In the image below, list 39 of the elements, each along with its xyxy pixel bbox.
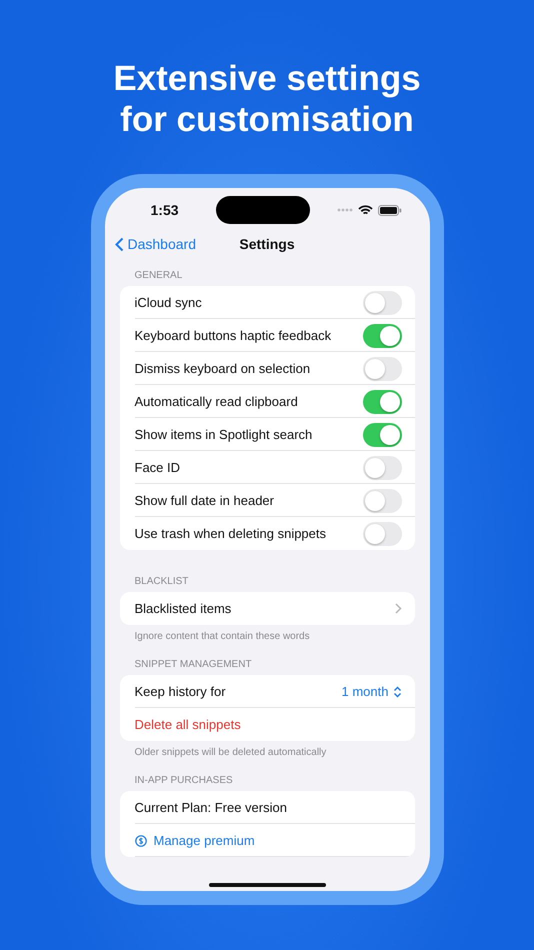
section-footer: Ignore content that contain these words <box>104 625 430 642</box>
toggle-switch[interactable] <box>362 456 402 480</box>
back-button[interactable]: Dashboard <box>114 236 196 252</box>
setting-label: Face ID <box>134 460 180 475</box>
chevron-icon <box>114 236 124 252</box>
toggle-switch[interactable] <box>362 356 402 380</box>
setting-label: Keep history for <box>134 684 226 699</box>
section-header: IN-APP PURCHASES <box>134 775 234 788</box>
setting-label: Keyboard buttons haptic feedback <box>134 328 332 343</box>
battery-icon <box>378 204 402 216</box>
setting-label: Show full date in header <box>134 493 274 508</box>
manage-premium-link[interactable]: Manage premium <box>154 833 255 848</box>
section-header: SNIPPET MANAGEMENT <box>134 659 253 672</box>
section-header: BLACKLIST <box>134 576 190 589</box>
setting-label: Automatically read clipboard <box>134 394 298 409</box>
plan-label: Current Plan: Free version <box>134 800 287 815</box>
status-time: 1:53 <box>150 202 179 218</box>
dollar-icon <box>134 834 146 846</box>
history-picker[interactable]: 1 month <box>342 684 402 699</box>
toggle-switch[interactable] <box>362 522 402 546</box>
setting-label: Use trash when deleting snippets <box>134 526 326 541</box>
wifi-icon <box>358 204 372 216</box>
toggle-switch[interactable] <box>362 390 402 414</box>
setting-label[interactable]: Blacklisted items <box>134 601 232 616</box>
setting-label: iCloud sync <box>134 295 202 310</box>
delete-button[interactable]: Delete all snippets <box>134 717 241 732</box>
toggle-switch[interactable] <box>362 290 402 314</box>
section-footer: Older snippets will be deleted automatically <box>104 741 430 758</box>
signal-icon <box>336 208 352 212</box>
section-header: GENERAL <box>134 270 184 283</box>
up-down-icon <box>392 686 402 698</box>
toggle-switch[interactable] <box>362 488 402 512</box>
toggle-switch[interactable] <box>362 422 402 446</box>
setting-label: Dismiss keyboard on selection <box>134 361 310 376</box>
nav-title: Settings <box>239 236 295 252</box>
setting-label: Show items in Spotlight search <box>134 427 312 442</box>
chevron-icon <box>394 603 402 614</box>
headline: Extensive settings for customisation <box>113 58 421 140</box>
toggle-switch[interactable] <box>362 324 402 348</box>
